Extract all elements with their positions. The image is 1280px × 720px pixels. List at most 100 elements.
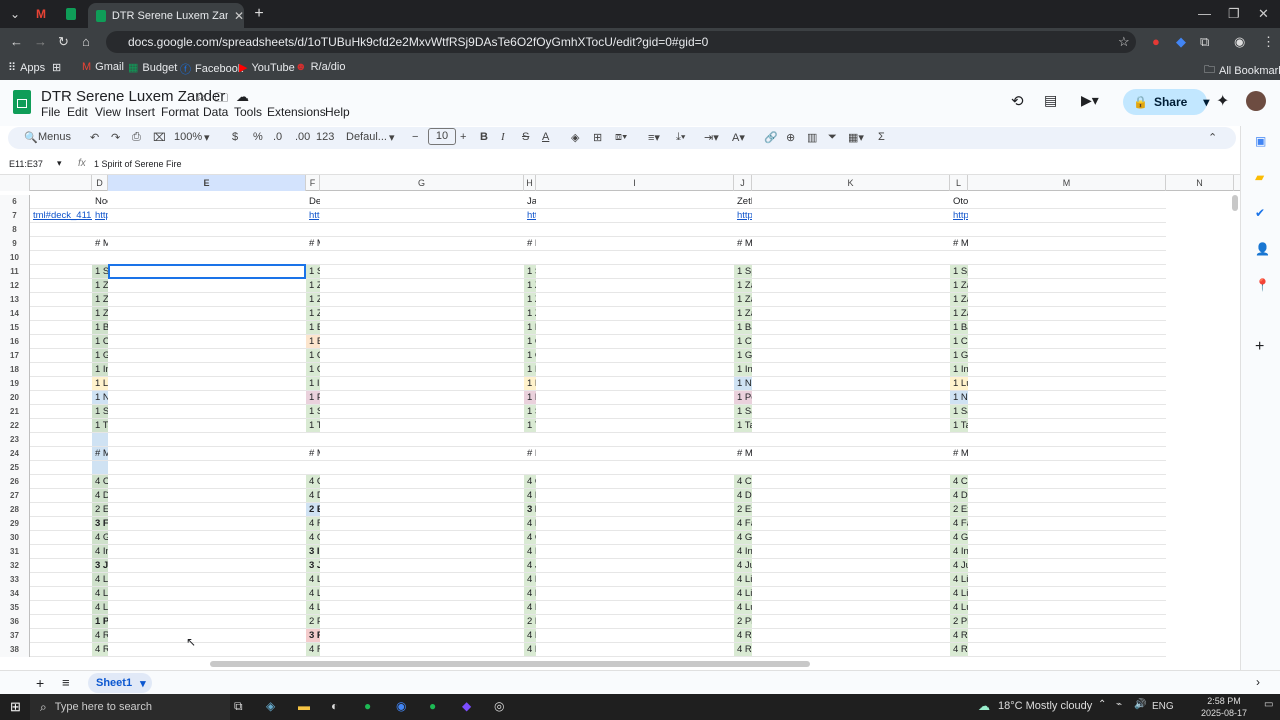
cell-l[interactable]: 2 Planted Explosive bbox=[950, 615, 968, 629]
cell-d[interactable]: 1 Tariff Ring bbox=[92, 419, 108, 433]
cell-i[interactable] bbox=[536, 601, 734, 615]
menu-file[interactable]: File bbox=[41, 105, 60, 119]
cell-i[interactable] bbox=[536, 461, 734, 475]
cell-c[interactable] bbox=[30, 279, 92, 293]
column-header-d[interactable]: D bbox=[92, 175, 108, 191]
cell-l[interactable]: 1 Insignia of the Corhazi bbox=[950, 363, 968, 377]
cell-e[interactable] bbox=[108, 209, 306, 223]
cell-l[interactable] bbox=[950, 251, 968, 265]
cell-h[interactable]: 2 Planted Explosive bbox=[524, 615, 536, 629]
insert-comment-icon[interactable]: ⊕ bbox=[786, 131, 795, 144]
cell-m[interactable] bbox=[968, 447, 1166, 461]
reload-icon[interactable]: ↻ bbox=[58, 34, 69, 50]
font-size-increase-icon[interactable]: + bbox=[460, 131, 466, 143]
cell-l[interactable]: 1 Spirit of Serene Fire bbox=[950, 265, 968, 279]
cell-j[interactable]: 1 Zander, Prepared Scout bbox=[734, 279, 752, 293]
cell-e[interactable] bbox=[108, 629, 306, 643]
cell-e[interactable] bbox=[108, 643, 306, 657]
cell-h[interactable]: 1 Grand Crusader's Ring bbox=[524, 349, 536, 363]
borders-icon[interactable]: ⊞ bbox=[593, 131, 602, 144]
cell-l[interactable]: Otoro bbox=[950, 195, 968, 209]
cell-j[interactable]: 1 Chalice of Blood bbox=[734, 335, 752, 349]
cell-g[interactable] bbox=[320, 279, 524, 293]
menu-extensions[interactable]: Extensions bbox=[267, 105, 326, 119]
vertical-align-icon[interactable]: ⤓▾ bbox=[676, 131, 685, 144]
volume-icon[interactable]: 🔊 bbox=[1134, 699, 1146, 710]
close-tab-icon[interactable]: ✕ bbox=[234, 9, 244, 23]
cell-g[interactable] bbox=[320, 363, 524, 377]
cell-d[interactable]: 1 Zander, Blinding Steel bbox=[92, 307, 108, 321]
column-header-g[interactable]: G bbox=[320, 175, 524, 191]
search-menus-icon[interactable]: 🔍 bbox=[24, 131, 38, 144]
cell-i[interactable] bbox=[536, 545, 734, 559]
cell-c[interactable] bbox=[30, 251, 92, 265]
tab-search-icon[interactable]: ⌄ bbox=[4, 4, 26, 24]
column-header-h[interactable]: H bbox=[524, 175, 536, 191]
cell-c[interactable] bbox=[30, 489, 92, 503]
cell-i[interactable] bbox=[536, 279, 734, 293]
cell-i[interactable] bbox=[536, 503, 734, 517]
obs-icon[interactable]: ◎ bbox=[494, 699, 504, 713]
cell-j[interactable]: # Material Deck bbox=[734, 237, 752, 251]
cell-h[interactable]: 4 Dungeon Guide bbox=[524, 489, 536, 503]
row-header[interactable]: 14 bbox=[0, 307, 30, 321]
cell-k[interactable] bbox=[752, 321, 950, 335]
cell-m[interactable] bbox=[968, 265, 1166, 279]
cell-h[interactable]: 4 Creative Shock bbox=[524, 475, 536, 489]
cell-i[interactable] bbox=[536, 223, 734, 237]
cell-h[interactable]: 1 Tariff Ring bbox=[524, 419, 536, 433]
cell-i[interactable] bbox=[536, 377, 734, 391]
cell-g[interactable] bbox=[320, 377, 524, 391]
history-icon[interactable]: ⟲ bbox=[1011, 92, 1024, 110]
cell-g[interactable] bbox=[320, 419, 524, 433]
cell-e[interactable] bbox=[108, 601, 306, 615]
cell-g[interactable] bbox=[320, 587, 524, 601]
cell-h[interactable]: 1 Zander, Prepared Scout bbox=[524, 279, 536, 293]
file-explorer-icon[interactable]: ▬ bbox=[298, 699, 310, 713]
cell-h[interactable]: 4 Gleaming Cut bbox=[524, 531, 536, 545]
cell-e[interactable] bbox=[108, 517, 306, 531]
cell-g[interactable] bbox=[320, 307, 524, 321]
cell-f[interactable]: 1 Tariff Ring bbox=[306, 419, 320, 433]
cell-g[interactable] bbox=[320, 559, 524, 573]
cell-g[interactable] bbox=[320, 293, 524, 307]
font-size-input[interactable]: 10 bbox=[428, 128, 456, 145]
cell-h[interactable]: 4 Lightweaver's Assault bbox=[524, 573, 536, 587]
cell-c[interactable] bbox=[30, 321, 92, 335]
cell-j[interactable]: 1 Safeguard Amulet bbox=[734, 405, 752, 419]
cell-l[interactable]: 1 Luxera's Map bbox=[950, 377, 968, 391]
calendar-icon[interactable]: ▣ bbox=[1255, 134, 1266, 148]
row-header[interactable]: 15 bbox=[0, 321, 30, 335]
cell-l[interactable]: 2 Excalibur, Cleansing Light bbox=[950, 503, 968, 517]
text-rotation-icon[interactable]: A▾ bbox=[732, 131, 745, 144]
undo-icon[interactable]: ↶ bbox=[90, 131, 99, 144]
cell-f[interactable]: 4 Creative Shock bbox=[306, 475, 320, 489]
cell-k[interactable] bbox=[752, 293, 950, 307]
cell-k[interactable] bbox=[752, 195, 950, 209]
back-icon[interactable]: ← bbox=[10, 34, 23, 49]
bookmark-radio[interactable]: ☻ R/a/dio bbox=[295, 61, 345, 73]
extension-icon[interactable]: ● bbox=[1152, 34, 1160, 49]
row-header[interactable]: 36 bbox=[0, 615, 30, 629]
cell-e[interactable] bbox=[108, 405, 306, 419]
filter-icon[interactable]: ⏷ bbox=[828, 131, 837, 144]
increase-decimal-button[interactable]: .00 bbox=[295, 131, 310, 143]
row-header[interactable]: 22 bbox=[0, 419, 30, 433]
select-all-corner[interactable] bbox=[0, 175, 30, 191]
cell-m[interactable] bbox=[968, 307, 1166, 321]
row-header[interactable]: 7 bbox=[0, 209, 30, 223]
cell-i[interactable] bbox=[536, 629, 734, 643]
cell-k[interactable] bbox=[752, 573, 950, 587]
cell-m[interactable] bbox=[968, 209, 1166, 223]
cell-i[interactable] bbox=[536, 517, 734, 531]
contacts-icon[interactable]: 👤 bbox=[1255, 242, 1270, 256]
cell-g[interactable] bbox=[320, 503, 524, 517]
cell-h[interactable]: # Material Deck bbox=[524, 237, 536, 251]
sheet-tab-sheet1[interactable]: Sheet1 ▾ bbox=[88, 673, 152, 693]
cell-j[interactable]: 1 Zander, Blinding Steel bbox=[734, 307, 752, 321]
cell-l[interactable] bbox=[950, 223, 968, 237]
cell-d[interactable]: 4 Incapacitate bbox=[92, 545, 108, 559]
cell-g[interactable] bbox=[320, 601, 524, 615]
cell-e[interactable] bbox=[108, 307, 306, 321]
taskbar-search[interactable]: ⌕ Type here to search bbox=[30, 694, 230, 720]
